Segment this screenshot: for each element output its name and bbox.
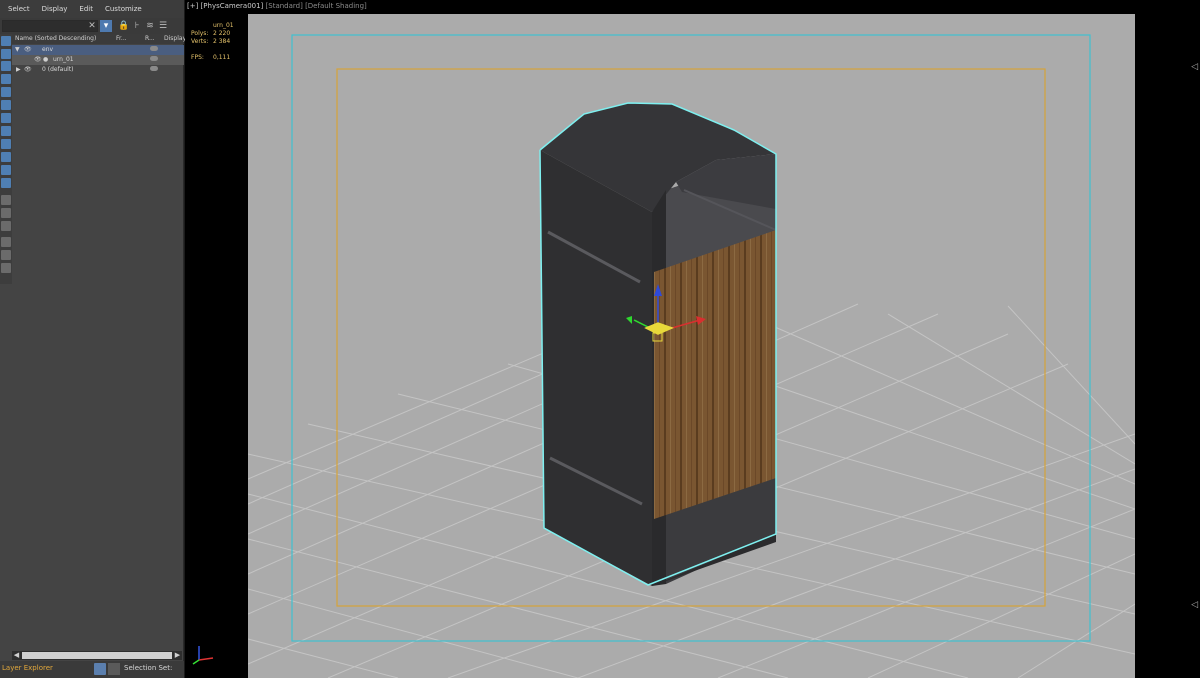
- camera-viewport[interactable]: [+] [PhysCamera001] [Standard] [Default …: [185, 0, 1200, 678]
- display-none-icon[interactable]: [1, 208, 11, 218]
- explorer-type-label[interactable]: Layer Explorer: [2, 661, 53, 675]
- tree-row-env[interactable]: ▼ 👁 env: [12, 45, 184, 55]
- display-all-icon[interactable]: [1, 195, 11, 205]
- stats-object-name: urn_01: [213, 22, 234, 29]
- render-cloud-icon[interactable]: [150, 56, 158, 61]
- display-xrefs-icon[interactable]: [1, 126, 11, 136]
- display-groups-icon[interactable]: [1, 113, 11, 123]
- filter-icon[interactable]: ▾: [100, 20, 112, 32]
- fps-label: FPS:: [191, 54, 204, 61]
- viewport-statistics: urn_01 Polys: 2 220 Verts: 2 384 FPS: 0,111: [191, 22, 234, 62]
- display-shapes-icon[interactable]: [1, 49, 11, 59]
- display-cameras-icon[interactable]: [1, 74, 11, 84]
- eye-icon[interactable]: 👁: [24, 45, 32, 55]
- menu-edit[interactable]: Edit: [73, 0, 99, 18]
- display-invert-icon[interactable]: [1, 221, 11, 231]
- tree-row-default-layer[interactable]: ▶ 👁 0 (default): [12, 65, 184, 75]
- display-frozen-icon[interactable]: [1, 165, 11, 175]
- viewcube-arrow-icon[interactable]: ◁: [1191, 62, 1198, 72]
- display-hidden-icon[interactable]: [1, 178, 11, 188]
- object-dot-icon: ●: [43, 56, 49, 63]
- viewport-shading-label[interactable]: [Standard] [Default Shading]: [266, 2, 367, 10]
- scene-graphic[interactable]: [248, 14, 1135, 678]
- display-containers-icon[interactable]: [1, 152, 11, 162]
- viewport-render-area[interactable]: [248, 14, 1135, 678]
- layers-icon[interactable]: ≋: [144, 20, 156, 32]
- scroll-right-icon[interactable]: ▶: [173, 651, 182, 660]
- tree-row-label: urn_01: [53, 56, 74, 63]
- selection-set-icon[interactable]: [108, 663, 120, 675]
- urn-wood-door: [654, 230, 776, 519]
- filter-funnel-icon[interactable]: [1, 250, 11, 260]
- explorer-tool-strip: [0, 34, 12, 284]
- scrollbar-thumb[interactable]: [22, 652, 172, 659]
- explorer-config-icon[interactable]: [1, 263, 11, 273]
- tree-row-label: env: [42, 46, 54, 53]
- collapse-arrow-icon[interactable]: ▶: [16, 65, 21, 75]
- explorer-status-bar: Layer Explorer Selection Set:: [0, 661, 184, 678]
- menu-select[interactable]: Select: [0, 0, 36, 18]
- viewcube-arrow-icon[interactable]: ◁: [1191, 600, 1198, 610]
- axis-tripod-icon: [192, 646, 214, 665]
- column-display-header[interactable]: Display: [164, 34, 186, 44]
- render-cloud-icon[interactable]: [150, 66, 158, 71]
- column-name-header[interactable]: Name (Sorted Descending): [15, 34, 96, 44]
- menu-customize[interactable]: Customize: [99, 0, 148, 18]
- display-spacewarps-icon[interactable]: [1, 100, 11, 110]
- fps-value: 0,111: [213, 54, 231, 61]
- explorer-filter-bar: ✕ ▾ 🔒 ⊦ ≋ ☰: [0, 18, 184, 34]
- eye-icon[interactable]: 👁: [24, 65, 32, 75]
- urn-left-face: [540, 150, 652, 586]
- viewport-label-menu[interactable]: [+] [PhysCamera001] [Standard] [Default …: [187, 2, 367, 10]
- verts-value: 2 384: [213, 38, 231, 45]
- sync-selection-icon[interactable]: [1, 237, 11, 247]
- scene-explorer-panel: Select Display Edit Customize ✕ ▾ 🔒 ⊦ ≋ …: [0, 0, 186, 678]
- horizontal-scrollbar[interactable]: ◀ ▶: [12, 651, 182, 660]
- panel-options-icon[interactable]: ☰: [157, 20, 169, 32]
- polys-value: 2 220: [213, 30, 231, 37]
- polys-label: Polys:: [191, 30, 209, 37]
- scroll-left-icon[interactable]: ◀: [12, 651, 21, 660]
- render-cloud-icon[interactable]: [150, 46, 158, 51]
- tree-header: Name (Sorted Descending) Fr... R... Disp…: [12, 34, 186, 44]
- selection-set-label: Selection Set:: [124, 664, 173, 672]
- close-icon[interactable]: ✕: [86, 20, 98, 32]
- display-lights-icon[interactable]: [1, 61, 11, 71]
- explorer-menubar: Select Display Edit Customize: [0, 0, 184, 18]
- tree-row-urn[interactable]: 👁 ● urn_01: [12, 55, 184, 65]
- eye-icon[interactable]: 👁: [34, 55, 42, 65]
- display-geometry-icon[interactable]: [1, 36, 11, 46]
- viewport-camera-label[interactable]: [+] [PhysCamera001]: [187, 2, 263, 10]
- verts-label: Verts:: [191, 38, 209, 45]
- tree-row-label: 0 (default): [42, 66, 74, 73]
- search-input[interactable]: [2, 20, 98, 32]
- display-helpers-icon[interactable]: [1, 87, 11, 97]
- column-frozen-header[interactable]: Fr...: [116, 34, 127, 44]
- display-bones-icon[interactable]: [1, 139, 11, 149]
- menu-display[interactable]: Display: [36, 0, 74, 18]
- column-render-header[interactable]: R...: [145, 34, 155, 44]
- lock-icon[interactable]: 🔒: [118, 20, 130, 32]
- expand-arrow-icon[interactable]: ▼: [15, 45, 20, 55]
- hierarchy-icon[interactable]: ⊦: [131, 20, 143, 32]
- layers-toggle-icon[interactable]: [94, 663, 106, 675]
